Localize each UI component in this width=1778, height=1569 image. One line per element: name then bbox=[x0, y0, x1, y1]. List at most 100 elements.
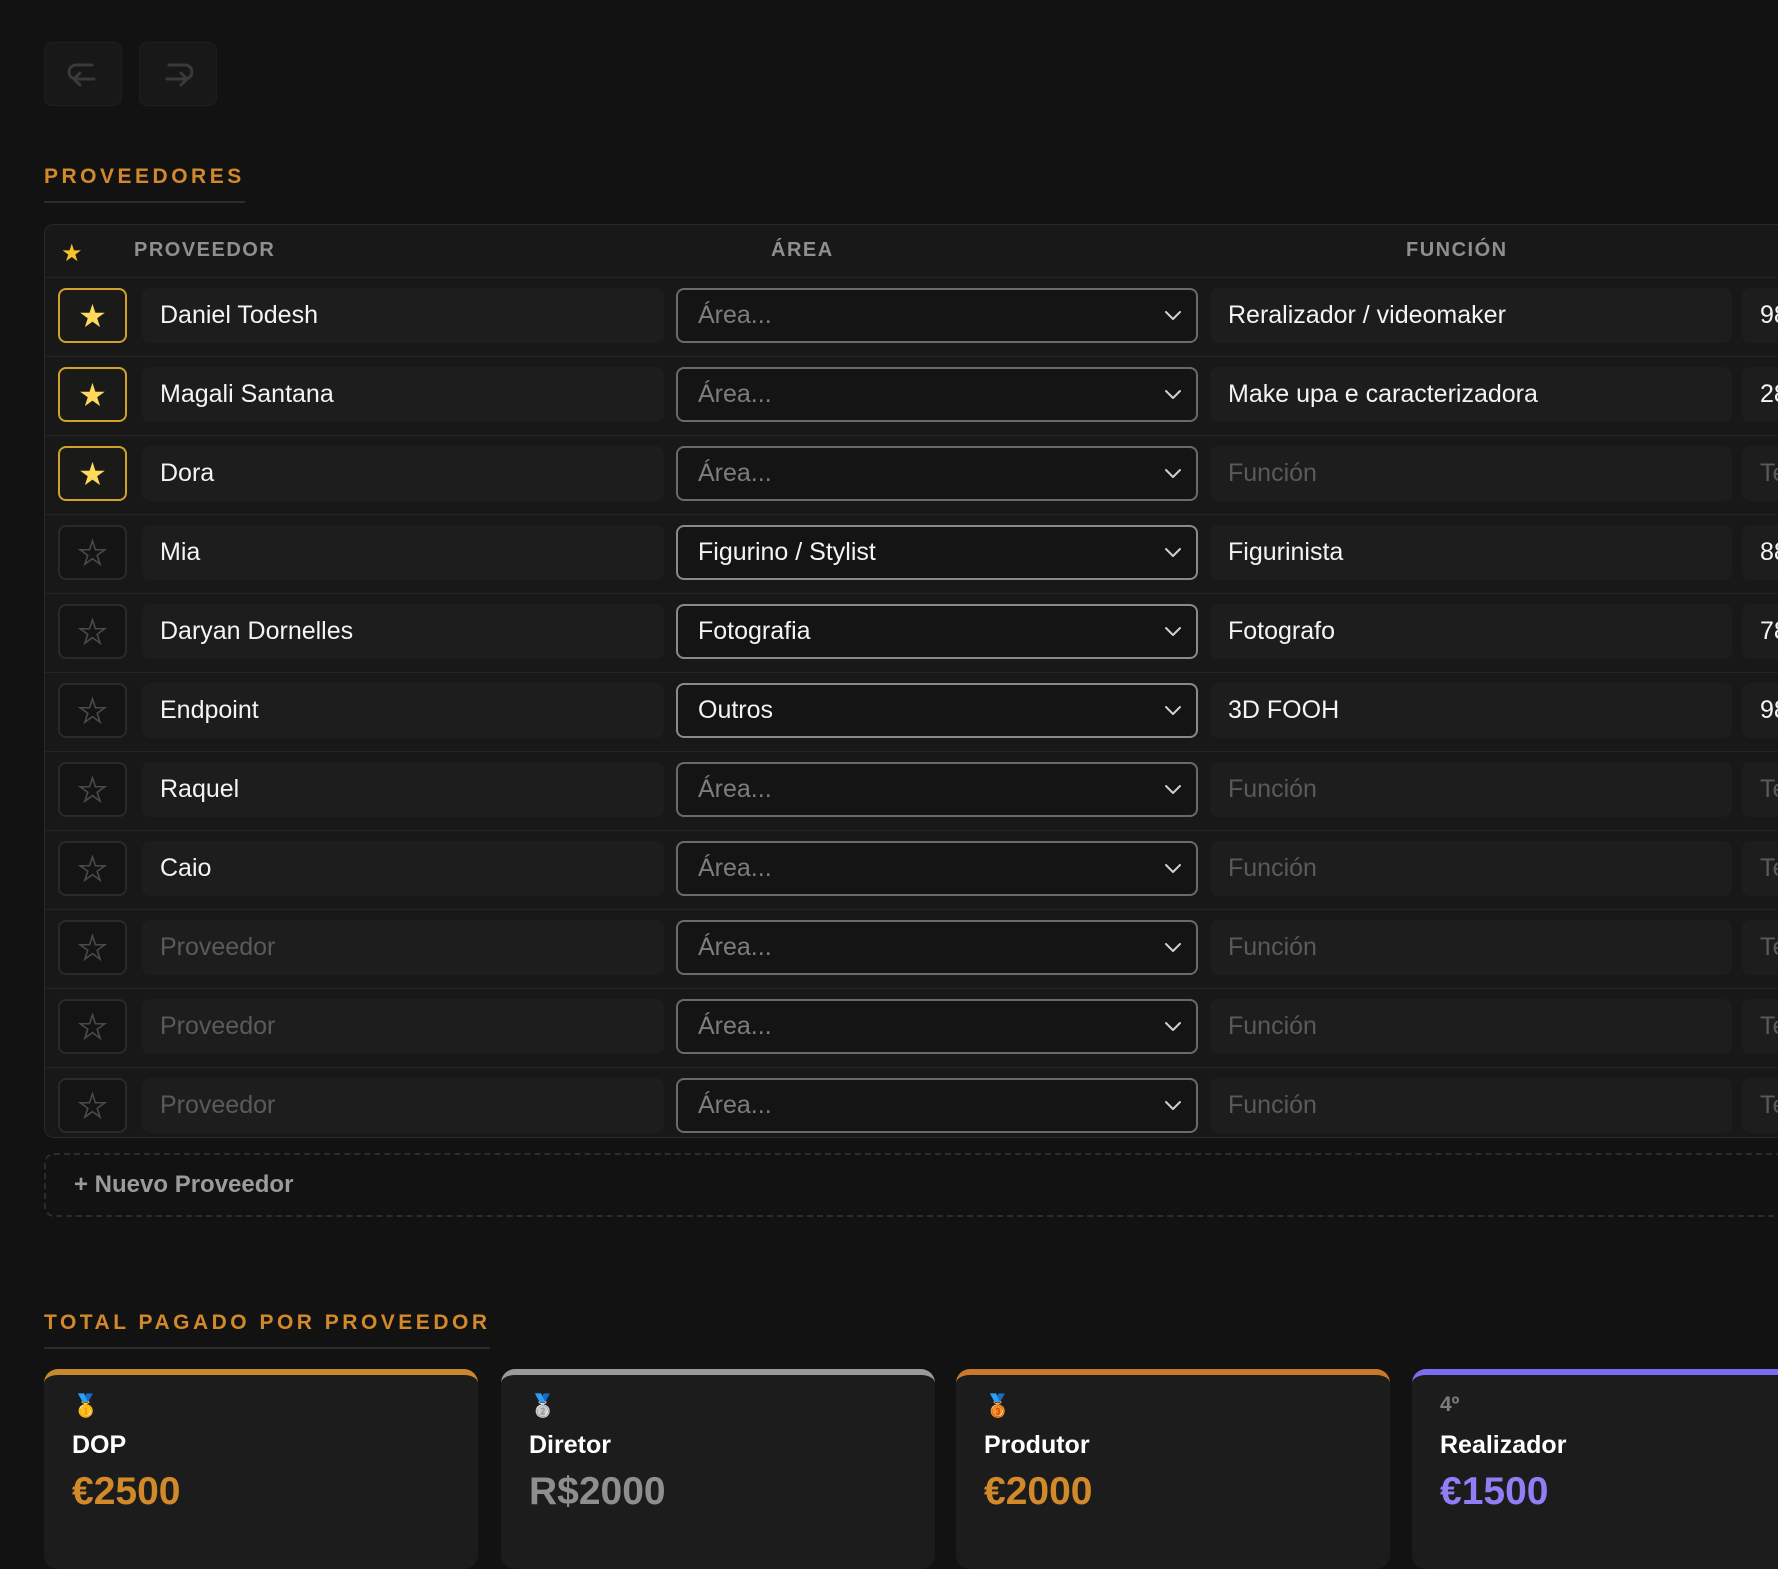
area-select[interactable]: Área... bbox=[676, 1078, 1198, 1133]
extra-column-input[interactable]: Te bbox=[1742, 920, 1778, 975]
favorite-toggle[interactable]: ★ bbox=[58, 762, 127, 817]
area-select-value: Área... bbox=[698, 775, 772, 803]
star-icon: ★ bbox=[77, 534, 107, 572]
chevron-down-icon bbox=[1164, 685, 1182, 736]
table-row: ★ Proveedor Área... FunciónTe bbox=[45, 988, 1778, 1067]
area-select-value: Área... bbox=[698, 854, 772, 882]
extra-column-input[interactable]: Te bbox=[1742, 1078, 1778, 1133]
area-select[interactable]: Área... bbox=[676, 446, 1198, 501]
undo-button[interactable] bbox=[44, 42, 122, 106]
favorite-toggle[interactable]: ★ bbox=[58, 367, 127, 422]
function-input[interactable]: Función bbox=[1210, 841, 1732, 896]
favorite-toggle[interactable]: ★ bbox=[58, 525, 127, 580]
function-input[interactable]: Función bbox=[1210, 1078, 1732, 1133]
area-select[interactable]: Área... bbox=[676, 288, 1198, 343]
extra-column-input[interactable]: 98 bbox=[1742, 683, 1778, 738]
add-provider-button[interactable]: + Nuevo Proveedor bbox=[44, 1153, 1778, 1217]
chevron-down-icon bbox=[1164, 1080, 1182, 1131]
provider-name-input[interactable]: Magali Santana bbox=[142, 367, 664, 422]
card-role: Diretor bbox=[529, 1431, 611, 1459]
function-input[interactable]: Make upa e caracterizadora bbox=[1210, 367, 1732, 422]
function-input[interactable]: Reralizador / videomaker bbox=[1210, 288, 1732, 343]
card-role: DOP bbox=[72, 1431, 127, 1459]
provider-name-input[interactable]: Proveedor bbox=[142, 999, 664, 1054]
extra-column-input[interactable]: 88 bbox=[1742, 525, 1778, 580]
provider-name-input[interactable]: Daniel Todesh bbox=[142, 288, 664, 343]
table-row: ★ Endpoint Outros 3D FOOH98 bbox=[45, 672, 1778, 751]
provider-name-input[interactable]: Daryan Dornelles bbox=[142, 604, 664, 659]
function-input[interactable]: Fotografo bbox=[1210, 604, 1732, 659]
area-select-value: Área... bbox=[698, 301, 772, 329]
area-select[interactable]: Área... bbox=[676, 999, 1198, 1054]
card-role: Produtor bbox=[984, 1431, 1090, 1459]
provider-name-input[interactable]: Endpoint bbox=[142, 683, 664, 738]
extra-column-input[interactable]: Te bbox=[1742, 762, 1778, 817]
chevron-down-icon bbox=[1164, 922, 1182, 973]
favorite-toggle[interactable]: ★ bbox=[58, 446, 127, 501]
total-card: 🥉 Produtor €2000 bbox=[956, 1369, 1390, 1569]
totals-section-title: TOTAL PAGADO POR PROVEEDOR bbox=[44, 1311, 491, 1349]
table-row: ★ Daryan Dornelles Fotografia Fotografo78 bbox=[45, 593, 1778, 672]
favorite-toggle[interactable]: ★ bbox=[58, 920, 127, 975]
table-row: ★ Daniel Todesh Área... Reralizador / vid… bbox=[45, 277, 1778, 356]
table-row: ★ Magali Santana Área... Make upa e carac… bbox=[45, 356, 1778, 435]
table-row: ★ Dora Área... FunciónTe bbox=[45, 435, 1778, 514]
total-card: 🥇 DOP €2500 bbox=[44, 1369, 478, 1569]
medal-icon: 🥈 bbox=[529, 1393, 557, 1418]
favorite-toggle[interactable]: ★ bbox=[58, 1078, 127, 1133]
function-input[interactable]: Función bbox=[1210, 920, 1732, 975]
redo-icon bbox=[165, 63, 194, 87]
extra-column-input[interactable]: 78 bbox=[1742, 604, 1778, 659]
providers-section-title: PROVEEDORES bbox=[44, 165, 245, 203]
table-row: ★ Proveedor Área... FunciónTe bbox=[45, 1067, 1778, 1137]
total-card: 4º Realizador €1500 bbox=[1412, 1369, 1778, 1569]
function-input[interactable]: 3D FOOH bbox=[1210, 683, 1732, 738]
provider-name-input[interactable]: Proveedor bbox=[142, 920, 664, 975]
area-select-value: Figurino / Stylist bbox=[698, 538, 876, 566]
star-icon: ★ bbox=[77, 929, 107, 967]
function-input[interactable]: Función bbox=[1210, 762, 1732, 817]
favorite-toggle[interactable]: ★ bbox=[58, 683, 127, 738]
card-amount: €1500 bbox=[1440, 1470, 1549, 1513]
area-select[interactable]: Outros bbox=[676, 683, 1198, 738]
column-header-area: ÁREA bbox=[771, 239, 834, 261]
chevron-down-icon bbox=[1164, 448, 1182, 499]
area-select[interactable]: Área... bbox=[676, 762, 1198, 817]
area-select-value: Área... bbox=[698, 1012, 772, 1040]
extra-column-input[interactable]: Te bbox=[1742, 999, 1778, 1054]
provider-name-input[interactable]: Proveedor bbox=[142, 1078, 664, 1133]
area-select[interactable]: Área... bbox=[676, 841, 1198, 896]
extra-column-input[interactable]: Te bbox=[1742, 841, 1778, 896]
card-role: Realizador bbox=[1440, 1431, 1567, 1459]
card-amount: €2500 bbox=[72, 1470, 181, 1513]
favorite-toggle[interactable]: ★ bbox=[58, 288, 127, 343]
provider-name-input[interactable]: Raquel bbox=[142, 762, 664, 817]
extra-column-input[interactable]: 28 bbox=[1742, 367, 1778, 422]
provider-name-input[interactable]: Caio bbox=[142, 841, 664, 896]
area-select[interactable]: Figurino / Stylist bbox=[676, 525, 1198, 580]
area-select[interactable]: Área... bbox=[676, 367, 1198, 422]
table-row: ★ Proveedor Área... FunciónTe bbox=[45, 909, 1778, 988]
redo-button[interactable] bbox=[139, 42, 217, 106]
chevron-down-icon bbox=[1164, 606, 1182, 657]
favorite-toggle[interactable]: ★ bbox=[58, 604, 127, 659]
table-row: ★ Caio Área... FunciónTe bbox=[45, 830, 1778, 909]
area-select-value: Área... bbox=[698, 459, 772, 487]
favorite-toggle[interactable]: ★ bbox=[58, 841, 127, 896]
provider-name-input[interactable]: Dora bbox=[142, 446, 664, 501]
star-icon: ★ bbox=[77, 1087, 107, 1125]
provider-name-input[interactable]: Mia bbox=[142, 525, 664, 580]
favorite-toggle[interactable]: ★ bbox=[58, 999, 127, 1054]
area-select[interactable]: Fotografia bbox=[676, 604, 1198, 659]
area-select[interactable]: Área... bbox=[676, 920, 1198, 975]
extra-column-input[interactable]: 98 bbox=[1742, 288, 1778, 343]
chevron-down-icon bbox=[1164, 369, 1182, 420]
star-icon: ★ bbox=[77, 850, 107, 888]
extra-column-input[interactable]: Te bbox=[1742, 446, 1778, 501]
function-input[interactable]: Función bbox=[1210, 999, 1732, 1054]
function-input[interactable]: Figurinista bbox=[1210, 525, 1732, 580]
favorite-column-star-icon: ★ bbox=[61, 240, 83, 267]
undo-icon bbox=[67, 63, 96, 87]
function-input[interactable]: Función bbox=[1210, 446, 1732, 501]
area-select-value: Fotografia bbox=[698, 617, 811, 645]
